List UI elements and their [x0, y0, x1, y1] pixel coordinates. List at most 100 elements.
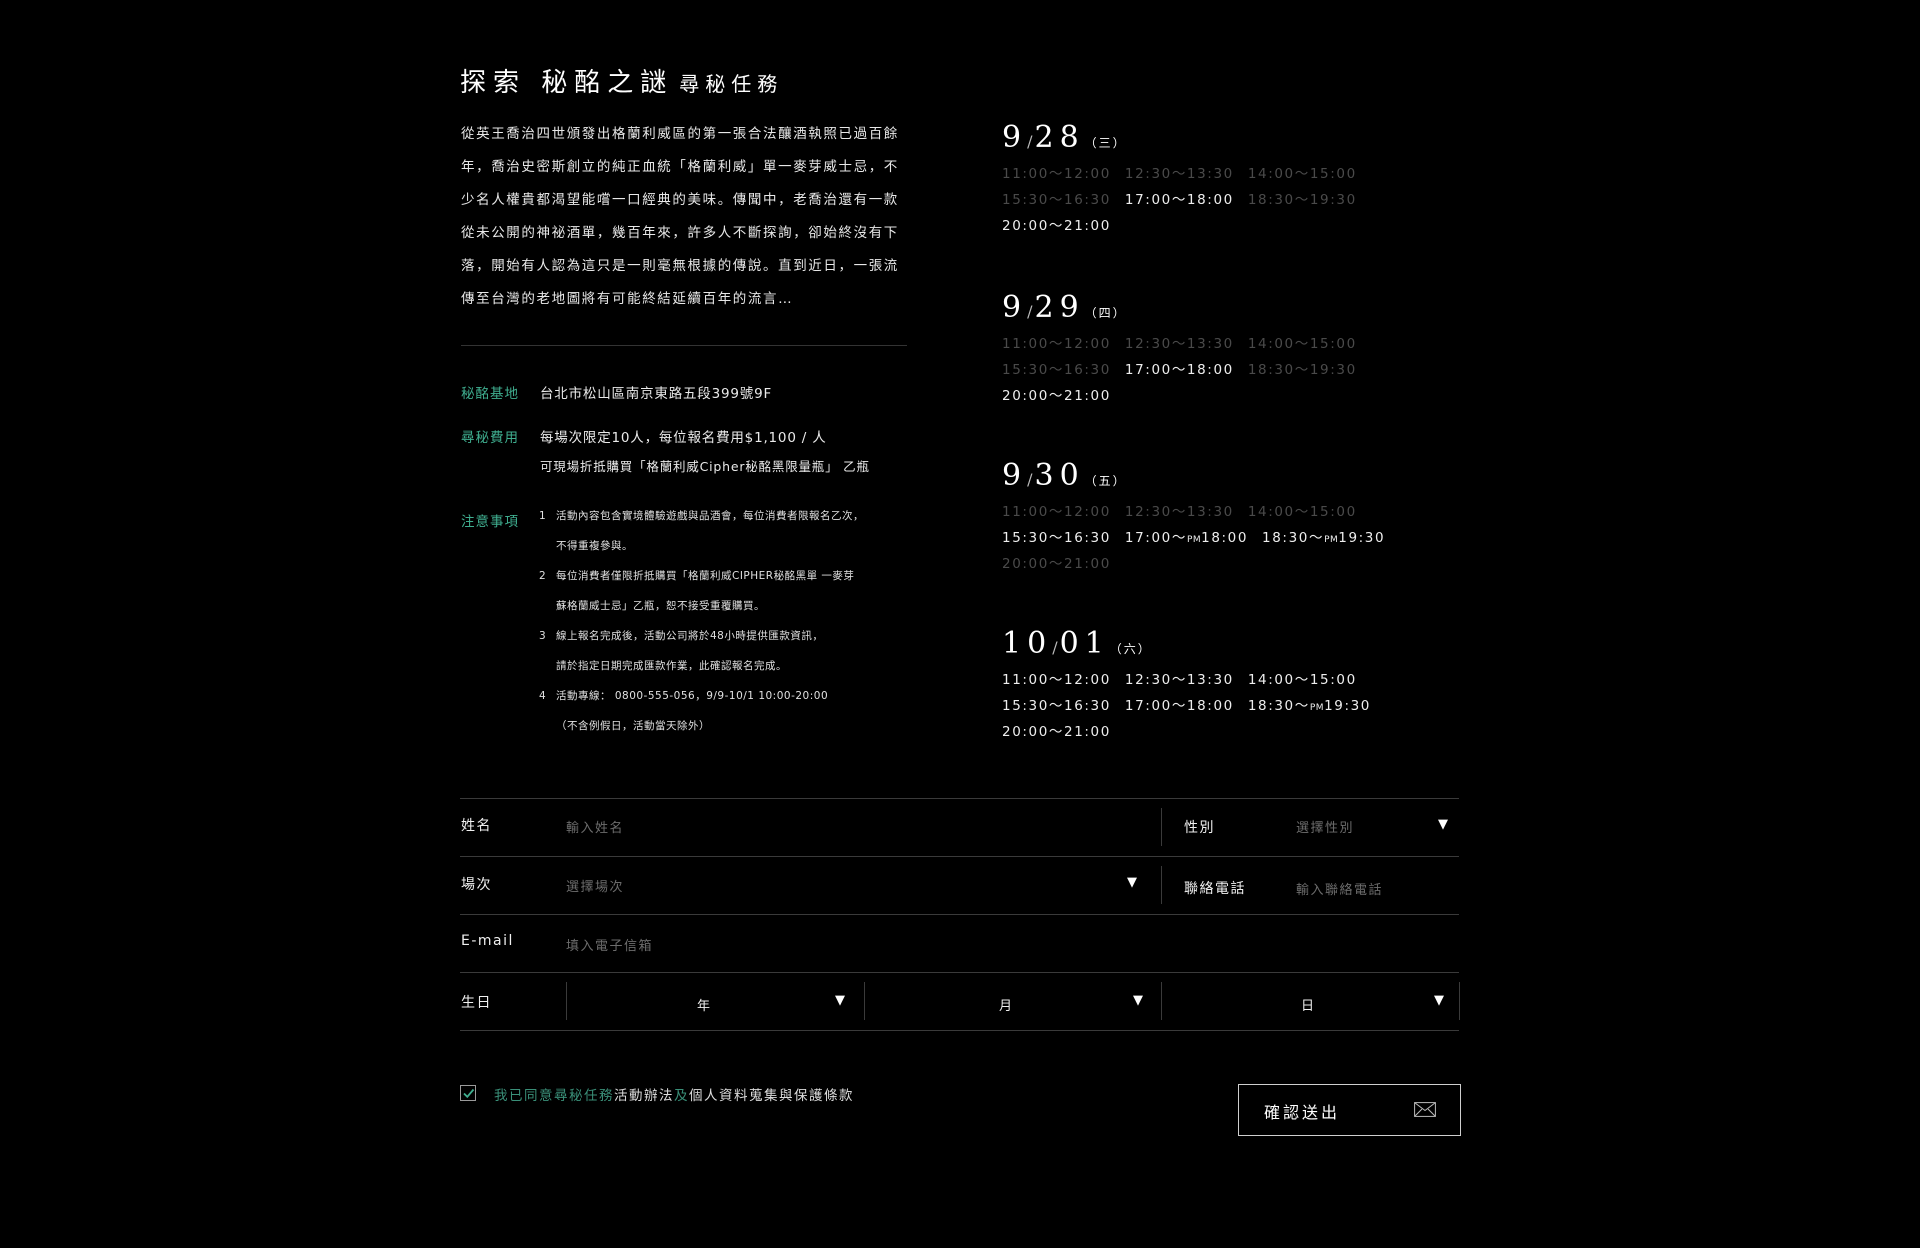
date-weekday: （四）: [1084, 306, 1127, 320]
birthday-label: 生日: [461, 995, 492, 1011]
time-slot-available[interactable]: 18:30～PM19:30: [1262, 526, 1385, 546]
submit-button[interactable]: 確認送出: [1238, 1084, 1461, 1136]
time-slot-full: 14:00～15:00: [1248, 500, 1357, 520]
time-slot-available[interactable]: 18:30～PM19:30: [1248, 694, 1371, 714]
date-month: 9: [1002, 290, 1028, 325]
schedule-day: 9/28（三） 11:00～12:00 12:30～13:30 14:00～15:00…: [1002, 120, 1422, 240]
time-slot-full: 20:00～21:00: [1002, 552, 1111, 572]
slot-time: 18:30～19:30: [1247, 192, 1357, 208]
date-month: 9: [1002, 120, 1028, 155]
slot-time: 20:00～21:00: [1002, 724, 1111, 740]
intro-paragraph: 從英王喬治四世頒發出格蘭利威區的第一張合法釀酒執照已過百餘年，喬治史密斯創立的純…: [461, 126, 899, 307]
gender-select[interactable]: 選擇性別 ▼: [1296, 814, 1456, 840]
date-month: 9: [1002, 458, 1028, 493]
slot-time: 15:30～16:30: [1002, 698, 1111, 714]
time-slot-available[interactable]: 20:00～21:00: [1002, 214, 1111, 234]
form-bottom-line: [460, 1030, 1459, 1031]
agreement-and: 及: [674, 1088, 689, 1104]
time-slot-row: 20:00～21:00: [1002, 214, 1422, 240]
time-slot-available[interactable]: 14:00～15:00: [1248, 668, 1357, 688]
agreement-prefix: 我已同意尋秘任務: [494, 1088, 614, 1104]
note-line: 2 每位消費者僅限折抵購買「格蘭利威CIPHER秘酩黑單 一麥芽: [539, 568, 919, 598]
agreement-text: 我已同意尋秘任務活動辦法及個人資料蒐集與保護條款: [494, 1084, 854, 1104]
form-line: [460, 914, 1459, 915]
time-slot-row: 15:30～16:30 17:00～18:00 18:30～PM19:30: [1002, 694, 1422, 720]
chevron-down-icon: ▼: [1434, 993, 1444, 1008]
birth-month-select[interactable]: 月 ▼: [865, 986, 1160, 1016]
time-slot-full: 18:30～19:30: [1248, 188, 1357, 208]
slot-time: 15:30～16:30: [1002, 192, 1111, 208]
time-slot-available[interactable]: 17:00～18:00: [1125, 188, 1234, 208]
time-slot-full: 11:00～12:00: [1002, 500, 1111, 520]
session-label: 場次: [461, 877, 492, 893]
fee-line-2: 可現場折抵購買「格蘭利威Cipher秘酩黑限量瓶」 乙瓶: [540, 459, 870, 474]
chevron-down-icon: ▼: [835, 993, 845, 1008]
name-input[interactable]: 輸入姓名: [566, 817, 1126, 839]
birth-year-select[interactable]: 年 ▼: [567, 986, 863, 1016]
time-slot-available[interactable]: 17:00～PM18:00: [1125, 526, 1248, 546]
slot-pm: PM: [1186, 535, 1202, 545]
time-slot-full: 12:30～13:30: [1125, 332, 1234, 352]
time-slot-row: 20:00～21:00: [1002, 552, 1422, 578]
slot-time: 11:00～12:00: [1002, 672, 1111, 688]
slot-time: 15:30～16:30: [1002, 530, 1111, 546]
submit-label: 確認送出: [1264, 1103, 1341, 1122]
time-slot-full: 14:00～15:00: [1248, 332, 1357, 352]
title-sub: 尋秘任務: [679, 72, 784, 96]
schedule-date: 9/28（三）: [1002, 120, 1422, 160]
agree-checkbox[interactable]: [460, 1085, 476, 1101]
rules-link[interactable]: 活動辦法: [614, 1088, 674, 1104]
intro-divider: [461, 345, 907, 346]
slot-time: 14:00～15:00: [1247, 166, 1357, 182]
notes-label: 注意事項: [461, 514, 519, 530]
time-slots: 11:00～12:00 12:30～13:30 14:00～15:00 15:30～1…: [1002, 668, 1422, 746]
time-slot-available[interactable]: 17:00～18:00: [1125, 694, 1234, 714]
privacy-link[interactable]: 個人資料蒐集與保護條款: [689, 1088, 854, 1104]
name-label: 姓名: [461, 818, 492, 834]
time-slot-available[interactable]: 20:00～21:00: [1002, 720, 1111, 740]
slot-time: 17:00～18:00: [1124, 192, 1234, 208]
field-separator: [1161, 808, 1162, 846]
time-slot-available[interactable]: 11:00～12:00: [1002, 668, 1111, 688]
time-slot-full: 11:00～12:00: [1002, 332, 1111, 352]
note-text: 請於指定日期完成匯款作業，此確認報名完成。: [556, 660, 787, 672]
email-label: E-mail: [461, 933, 514, 949]
time-slot-row: 11:00～12:00 12:30～13:30 14:00～15:00: [1002, 668, 1422, 694]
time-slots: 11:00～12:00 12:30～13:30 14:00～15:00 15:30～1…: [1002, 332, 1422, 410]
slot-time: 14:00～15:00: [1247, 336, 1357, 352]
date-weekday: （三）: [1084, 136, 1127, 150]
slot-time-end: 18:00: [1201, 530, 1249, 546]
date-month: 10: [1002, 626, 1053, 661]
slot-time: 12:30～13:30: [1124, 672, 1234, 688]
slot-time: 12:30～13:30: [1124, 504, 1234, 520]
session-select[interactable]: 選擇場次 ▼: [566, 872, 1146, 898]
base-address: 台北市松山區南京東路五段399號9F: [540, 386, 773, 402]
note-number: 1: [539, 510, 547, 522]
slot-time: 20:00～21:00: [1002, 556, 1111, 572]
birth-day-select[interactable]: 日 ▼: [1162, 986, 1458, 1016]
date-weekday: （五）: [1084, 474, 1127, 488]
time-slot-full: 12:30～13:30: [1125, 162, 1234, 182]
slot-time: 14:00～15:00: [1247, 504, 1357, 520]
slot-time: 12:30～13:30: [1124, 336, 1234, 352]
slot-time: 17:00～: [1124, 530, 1187, 546]
form-top-line: [460, 798, 1459, 799]
time-slot-full: 14:00～15:00: [1248, 162, 1357, 182]
time-slot-full: 15:30～16:30: [1002, 358, 1111, 378]
date-day: 28: [1034, 120, 1085, 155]
time-slot-full: 18:30～19:30: [1248, 358, 1357, 378]
time-slot-row: 15:30～16:30 17:00～18:00 18:30～19:30: [1002, 358, 1422, 384]
note-number: 2: [539, 570, 547, 582]
phone-input[interactable]: 輸入聯絡電話: [1296, 879, 1456, 901]
note-line: 請於指定日期完成匯款作業，此確認報名完成。: [539, 658, 919, 688]
note-line: 4 活動專線： 0800-555-056，9/9-10/1 10:00-20:00: [539, 688, 919, 718]
time-slot-available[interactable]: 20:00～21:00: [1002, 384, 1111, 404]
time-slot-full: 11:00～12:00: [1002, 162, 1111, 182]
time-slot-available[interactable]: 15:30～16:30: [1002, 694, 1111, 714]
month-label: 月: [999, 999, 1014, 1014]
notes-list: 1 活動內容包含實境體驗遊戲與品酒會，每位消費者限報名乙次， 不得重複參與。 2 每位消…: [539, 508, 919, 748]
time-slot-available[interactable]: 15:30～16:30: [1002, 526, 1111, 546]
email-input[interactable]: 填入電子信箱: [566, 935, 1446, 957]
time-slot-available[interactable]: 12:30～13:30: [1125, 668, 1234, 688]
time-slot-available[interactable]: 17:00～18:00: [1125, 358, 1234, 378]
